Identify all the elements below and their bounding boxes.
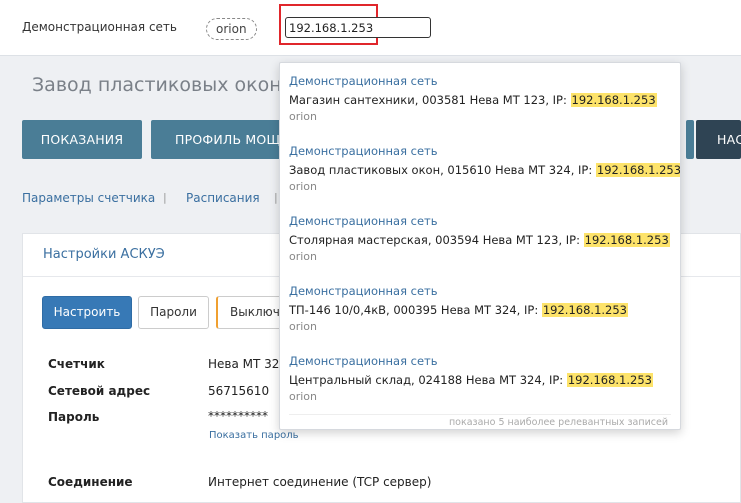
result-network: Демонстрационная сеть (289, 74, 438, 88)
result-tag: orion (289, 180, 318, 193)
passwords-button[interactable]: Пароли (138, 296, 209, 329)
result-network: Демонстрационная сеть (289, 354, 438, 368)
result-network: Демонстрационная сеть (289, 214, 438, 228)
subnav-separator: | (163, 191, 167, 204)
result-ip-highlight: 192.168.1.253 (541, 303, 628, 317)
result-ip-highlight: 192.168.1.253 (595, 163, 681, 177)
result-description: ТП-146 10/0,4кВ, 000395 Нева МТ 324, IP:… (289, 303, 628, 317)
page-title-object[interactable]: Завод пластиковых окон (32, 74, 282, 96)
result-ip-highlight: 192.168.1.253 (583, 233, 670, 247)
result-ip-highlight: 192.168.1.253 (570, 93, 657, 107)
network-badge[interactable]: orion (206, 18, 257, 40)
field-value-network-address: 56715610 (208, 384, 270, 398)
result-network: Демонстрационная сеть (289, 284, 438, 298)
result-tag: orion (289, 110, 318, 123)
configure-button[interactable]: Настроить (42, 296, 132, 329)
subnav-separator: | (274, 191, 278, 204)
search-result-item[interactable]: Демонстрационная сеть Завод пластиковых … (289, 143, 681, 195)
network-name[interactable]: Демонстрационная сеть (22, 20, 177, 34)
subnav-meter-params[interactable]: Параметры счетчика (22, 191, 155, 205)
panel-title: Настройки АСКУЭ (43, 247, 165, 262)
field-value-password: ********** (208, 409, 268, 423)
result-ip-highlight: 192.168.1.253 (566, 373, 653, 387)
search-result-item[interactable]: Демонстрационная сеть Магазин сантехники… (289, 73, 674, 125)
top-header: Демонстрационная сеть orion (0, 0, 741, 56)
result-tag: orion (289, 320, 318, 333)
search-result-item[interactable]: Демонстрационная сеть Столярная мастерск… (289, 213, 674, 265)
search-result-item[interactable]: Демонстрационная сеть ТП-146 10/0,4кВ, 0… (289, 283, 674, 335)
search-input[interactable] (285, 17, 431, 38)
field-label-password: Пароль (48, 410, 100, 424)
field-value-connection: Интернет соединение (TCP сервер) (208, 475, 432, 489)
tab-fragment[interactable] (686, 120, 694, 159)
dropdown-footer: показано 5 наиболее релевантных записей (448, 417, 668, 428)
tab-settings[interactable]: НАС (696, 120, 741, 159)
field-label-connection: Соединение (48, 475, 133, 489)
result-tag: orion (289, 390, 318, 403)
page-title: Завод пластиковых окон/С (32, 74, 311, 96)
result-tag: orion (289, 250, 318, 263)
search-result-item[interactable]: Демонстрационная сеть Центральный склад,… (289, 353, 674, 405)
result-description: Магазин сантехники, 003581 Нева МТ 123, … (289, 93, 657, 107)
field-label-network-address: Сетевой адрес (48, 384, 151, 398)
field-label-meter: Счетчик (48, 357, 105, 371)
result-description: Центральный склад, 024188 Нева МТ 324, I… (289, 373, 653, 387)
result-description: Столярная мастерская, 003594 Нева МТ 123… (289, 233, 670, 247)
dropdown-divider (289, 414, 671, 415)
result-network: Демонстрационная сеть (289, 144, 438, 158)
tab-readings[interactable]: ПОКАЗАНИЯ (22, 120, 142, 159)
search-results-dropdown: Демонстрационная сеть Магазин сантехники… (279, 62, 681, 430)
result-description: Завод пластиковых окон, 015610 Нева МТ 3… (289, 163, 681, 177)
show-password-link[interactable]: Показать пароль (209, 430, 299, 441)
field-value-meter: Нева МТ 324 (208, 357, 288, 371)
subnav-schedules[interactable]: Расписания (186, 191, 260, 205)
